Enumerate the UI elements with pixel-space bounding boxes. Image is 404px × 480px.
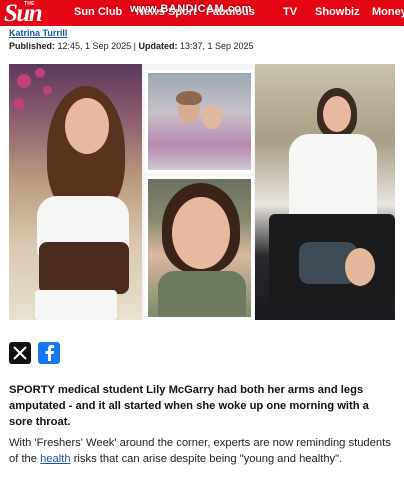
updated-label: Updated: <box>138 41 178 51</box>
x-icon <box>13 346 27 360</box>
article-lead: SPORTY medical student Lily McGarry had … <box>9 384 369 428</box>
photo-selfie <box>145 176 254 320</box>
nav-item-tv[interactable]: TV <box>283 6 297 18</box>
recording-watermark: www.BANDICAM.com <box>130 3 252 15</box>
share-x-button[interactable] <box>9 342 31 364</box>
top-nav-bar: Sun THE Sun Club News Sport Fabulous TV … <box>0 0 404 26</box>
logo-wordmark: Sun <box>4 0 43 27</box>
nav-item-sun-club[interactable]: Sun Club <box>74 6 122 18</box>
paragraph-text-end: risks that can arise despite being "youn… <box>70 452 343 465</box>
photo-hospital-bed <box>145 70 254 173</box>
updated-time: 13:37, 1 Sep 2025 <box>180 41 254 51</box>
share-facebook-button[interactable] <box>38 342 60 364</box>
byline-separator: | <box>133 41 136 51</box>
published-time: 12:45, 1 Sep 2025 <box>57 41 132 51</box>
photo-wheelchair <box>255 64 395 320</box>
author-link[interactable]: Katrina Turrill <box>9 28 67 38</box>
article-photo-collage[interactable] <box>9 64 395 320</box>
photo-woman-smiling-outdoors <box>9 64 142 320</box>
logo-prefix: THE <box>24 1 35 7</box>
facebook-icon <box>45 345 54 361</box>
article-paragraph: With 'Freshers' Week' around the corner,… <box>9 436 395 467</box>
nav-item-showbiz[interactable]: Showbiz <box>315 6 360 18</box>
published-label: Published: <box>9 41 56 51</box>
publish-info: Published: 12:45, 1 Sep 2025 | Updated: … <box>9 41 254 51</box>
health-link[interactable]: health <box>40 453 70 465</box>
nav-item-money[interactable]: Money <box>372 6 404 18</box>
